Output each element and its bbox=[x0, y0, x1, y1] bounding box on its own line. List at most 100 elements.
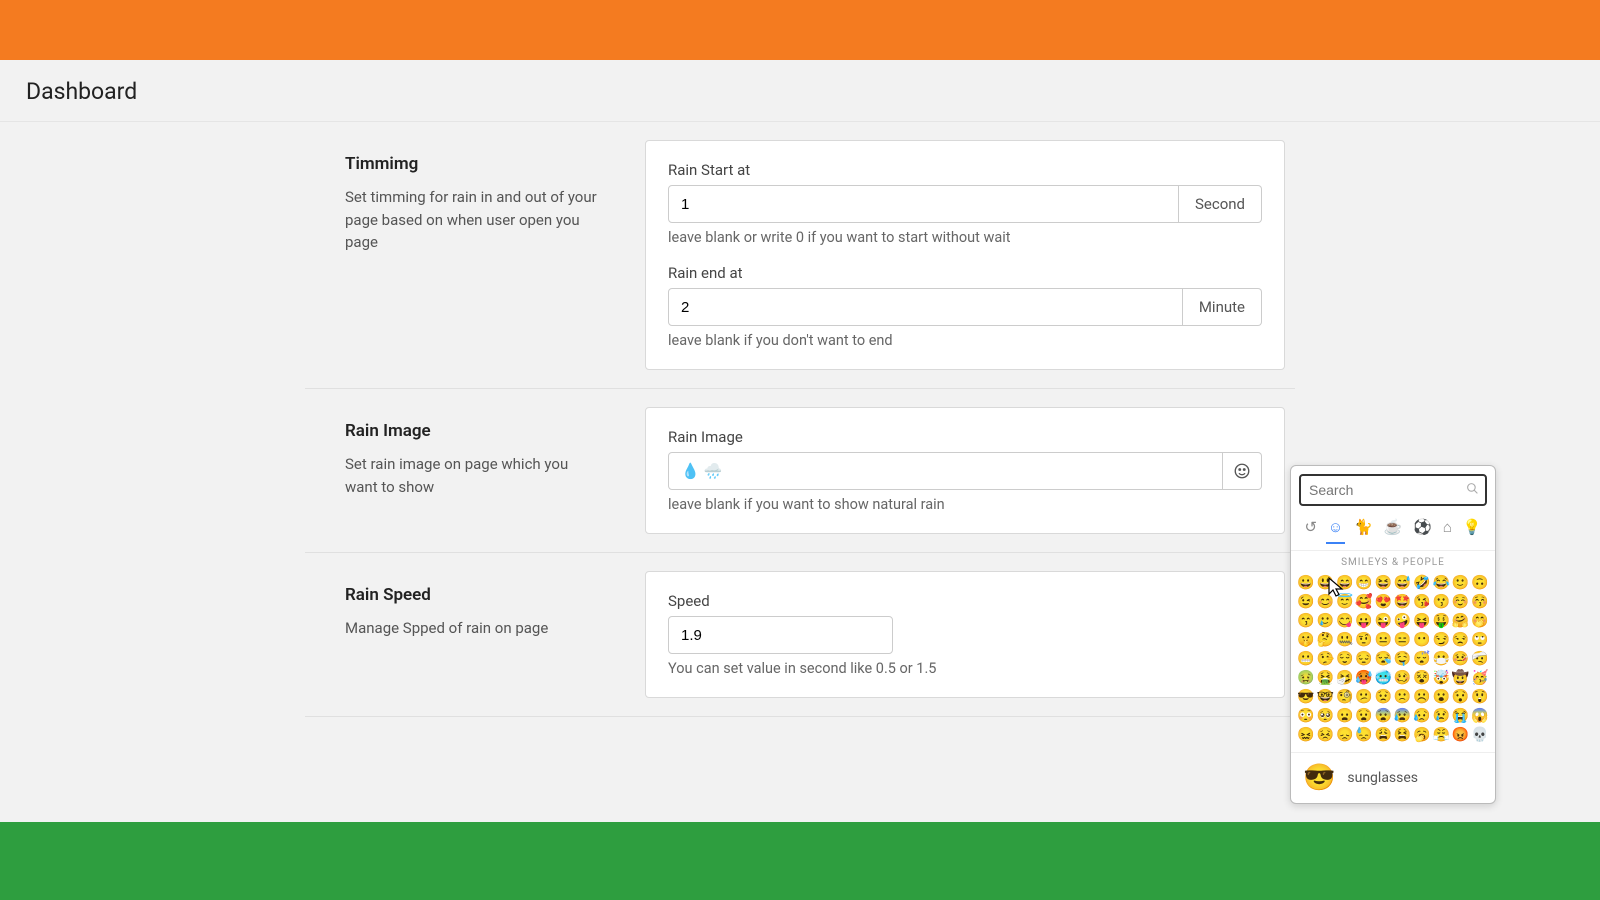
emoji-cell[interactable]: 😭 bbox=[1451, 707, 1469, 725]
emoji-cell[interactable]: 😮 bbox=[1432, 688, 1450, 706]
emoji-cell[interactable]: 🤗 bbox=[1451, 612, 1469, 630]
emoji-cell[interactable]: 🤠 bbox=[1451, 669, 1469, 687]
emoji-cell[interactable]: 🤥 bbox=[1316, 650, 1334, 668]
emoji-cell[interactable]: ☹️ bbox=[1413, 688, 1431, 706]
emoji-cell[interactable]: 🙂 bbox=[1451, 574, 1469, 592]
emoji-cell[interactable]: 😗 bbox=[1432, 593, 1450, 611]
emoji-cell[interactable]: 😙 bbox=[1297, 612, 1315, 630]
emoji-cell[interactable]: 😤 bbox=[1432, 726, 1450, 744]
emoji-cell[interactable]: 😬 bbox=[1297, 650, 1315, 668]
emoji-cell[interactable]: 😛 bbox=[1355, 612, 1373, 630]
emoji-category-tab[interactable]: ☺ bbox=[1326, 516, 1345, 544]
emoji-cell[interactable]: 😔 bbox=[1355, 650, 1373, 668]
emoji-cell[interactable]: 🙁 bbox=[1393, 688, 1411, 706]
emoji-cell[interactable]: 😃 bbox=[1316, 574, 1334, 592]
speed-input[interactable] bbox=[668, 616, 893, 654]
emoji-cell[interactable]: 😫 bbox=[1393, 726, 1411, 744]
emoji-cell[interactable]: 🤯 bbox=[1432, 669, 1450, 687]
emoji-cell[interactable]: 😟 bbox=[1374, 688, 1392, 706]
emoji-cell[interactable]: 😉 bbox=[1297, 593, 1315, 611]
emoji-cell[interactable]: 😅 bbox=[1393, 574, 1411, 592]
emoji-cell[interactable]: 😧 bbox=[1355, 707, 1373, 725]
emoji-cell[interactable]: 😏 bbox=[1432, 631, 1450, 649]
emoji-cell[interactable]: 🤔 bbox=[1316, 631, 1334, 649]
emoji-cell[interactable]: 🥱 bbox=[1413, 726, 1431, 744]
emoji-cell[interactable]: 😄 bbox=[1336, 574, 1354, 592]
emoji-cell[interactable]: 🤓 bbox=[1316, 688, 1334, 706]
emoji-cell[interactable]: 😜 bbox=[1374, 612, 1392, 630]
emoji-category-tab[interactable]: ⚽ bbox=[1411, 516, 1434, 544]
emoji-cell[interactable]: 💀 bbox=[1471, 726, 1489, 744]
emoji-category-tab[interactable]: 💡 bbox=[1461, 516, 1484, 544]
emoji-cell[interactable]: 😦 bbox=[1336, 707, 1354, 725]
emoji-cell[interactable]: 🤪 bbox=[1393, 612, 1411, 630]
emoji-cell[interactable]: 🤭 bbox=[1471, 612, 1489, 630]
emoji-cell[interactable]: 🤨 bbox=[1355, 631, 1373, 649]
emoji-cell[interactable]: 🥲 bbox=[1316, 612, 1334, 630]
emoji-cell[interactable]: 😐 bbox=[1374, 631, 1392, 649]
emoji-cell[interactable]: 😣 bbox=[1316, 726, 1334, 744]
emoji-cell[interactable]: ☺️ bbox=[1451, 593, 1469, 611]
emoji-cell[interactable]: 😕 bbox=[1355, 688, 1373, 706]
emoji-cell[interactable]: 😞 bbox=[1336, 726, 1354, 744]
emoji-cell[interactable]: 😚 bbox=[1471, 593, 1489, 611]
emoji-category-tab[interactable]: ⌂ bbox=[1441, 516, 1454, 544]
emoji-cell[interactable]: 🤣 bbox=[1413, 574, 1431, 592]
emoji-cell[interactable]: 😍 bbox=[1374, 593, 1392, 611]
emoji-cell[interactable]: 😩 bbox=[1374, 726, 1392, 744]
emoji-cell[interactable]: 🤤 bbox=[1393, 650, 1411, 668]
emoji-cell[interactable]: 😁 bbox=[1355, 574, 1373, 592]
emoji-category-tab[interactable]: 🐈 bbox=[1352, 516, 1375, 544]
emoji-cell[interactable]: 🤮 bbox=[1316, 669, 1334, 687]
emoji-cell[interactable]: 🙄 bbox=[1471, 631, 1489, 649]
emoji-cell[interactable]: 🤐 bbox=[1336, 631, 1354, 649]
rain-start-input[interactable] bbox=[668, 185, 1179, 223]
emoji-cell[interactable]: 😆 bbox=[1374, 574, 1392, 592]
emoji-cell[interactable]: 😴 bbox=[1413, 650, 1431, 668]
emoji-cell[interactable]: 😡 bbox=[1451, 726, 1469, 744]
emoji-cell[interactable]: 😌 bbox=[1336, 650, 1354, 668]
emoji-cell[interactable]: 😎 bbox=[1297, 688, 1315, 706]
emoji-cell[interactable]: 😖 bbox=[1297, 726, 1315, 744]
emoji-cell[interactable]: 😇 bbox=[1336, 593, 1354, 611]
emoji-cell[interactable]: 😂 bbox=[1432, 574, 1450, 592]
emoji-cell[interactable]: 😥 bbox=[1413, 707, 1431, 725]
emoji-cell[interactable]: 😳 bbox=[1297, 707, 1315, 725]
emoji-cell[interactable]: 🥶 bbox=[1374, 669, 1392, 687]
emoji-cell[interactable]: 😯 bbox=[1451, 688, 1469, 706]
emoji-cell[interactable]: 🥳 bbox=[1471, 669, 1489, 687]
emoji-cell[interactable]: 🥰 bbox=[1355, 593, 1373, 611]
emoji-cell[interactable]: 🥺 bbox=[1316, 707, 1334, 725]
emoji-cell[interactable]: 🤩 bbox=[1393, 593, 1411, 611]
emoji-cell[interactable]: 😒 bbox=[1451, 631, 1469, 649]
emoji-cell[interactable]: 🧐 bbox=[1336, 688, 1354, 706]
emoji-cell[interactable]: 🤕 bbox=[1471, 650, 1489, 668]
emoji-cell[interactable]: 😲 bbox=[1471, 688, 1489, 706]
emoji-cell[interactable]: 🥵 bbox=[1355, 669, 1373, 687]
emoji-cell[interactable]: 😱 bbox=[1471, 707, 1489, 725]
emoji-cell[interactable]: 🥴 bbox=[1393, 669, 1411, 687]
emoji-picker-toggle[interactable] bbox=[1223, 452, 1262, 490]
emoji-cell[interactable]: 🤒 bbox=[1451, 650, 1469, 668]
emoji-category-tab[interactable]: ↺ bbox=[1302, 516, 1319, 544]
emoji-cell[interactable]: 😨 bbox=[1374, 707, 1392, 725]
emoji-cell[interactable]: 🤧 bbox=[1336, 669, 1354, 687]
emoji-cell[interactable]: 🙃 bbox=[1471, 574, 1489, 592]
emoji-cell[interactable]: 😷 bbox=[1432, 650, 1450, 668]
emoji-category-tab[interactable]: ☕ bbox=[1382, 516, 1405, 544]
emoji-cell[interactable]: 😀 bbox=[1297, 574, 1315, 592]
emoji-cell[interactable]: 😑 bbox=[1393, 631, 1411, 649]
emoji-cell[interactable]: 😰 bbox=[1393, 707, 1411, 725]
emoji-cell[interactable]: 😓 bbox=[1355, 726, 1373, 744]
rain-end-input[interactable] bbox=[668, 288, 1183, 326]
rain-image-input[interactable] bbox=[668, 452, 1223, 490]
emoji-cell[interactable]: 🤢 bbox=[1297, 669, 1315, 687]
emoji-cell[interactable]: 😵 bbox=[1413, 669, 1431, 687]
emoji-cell[interactable]: 🤑 bbox=[1432, 612, 1450, 630]
emoji-cell[interactable]: 😋 bbox=[1336, 612, 1354, 630]
emoji-cell[interactable]: 😪 bbox=[1374, 650, 1392, 668]
emoji-cell[interactable]: 😊 bbox=[1316, 593, 1334, 611]
emoji-cell[interactable]: 😶 bbox=[1413, 631, 1431, 649]
emoji-cell[interactable]: 😝 bbox=[1413, 612, 1431, 630]
emoji-search-input[interactable] bbox=[1299, 474, 1487, 506]
